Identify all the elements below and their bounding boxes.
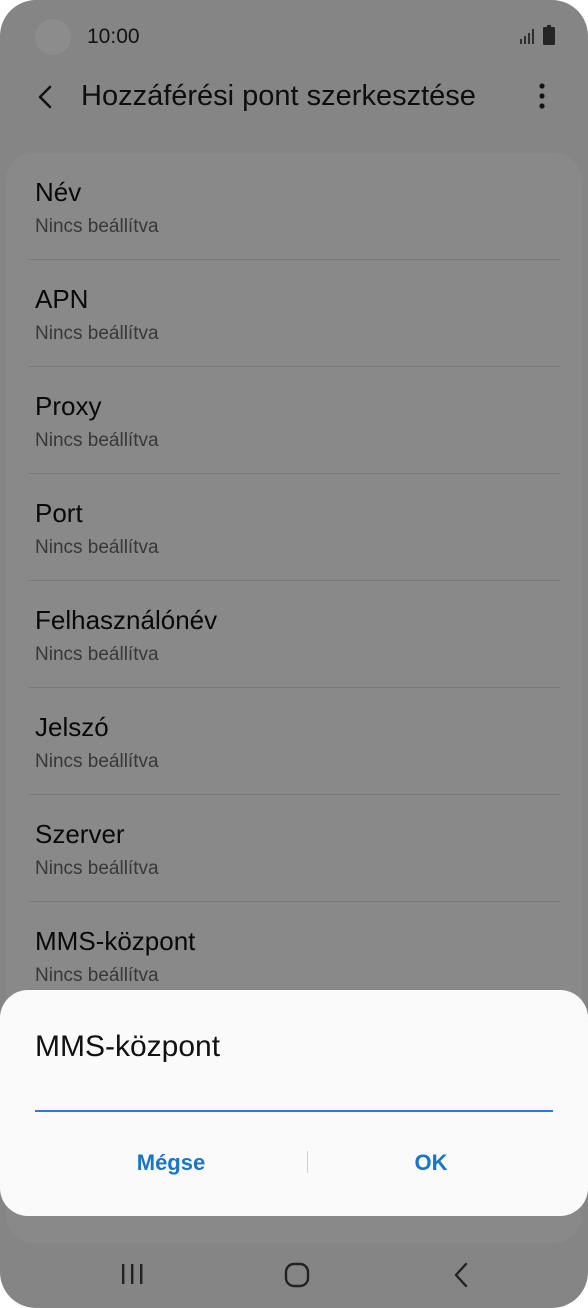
cancel-button[interactable]: Mégse [46, 1140, 296, 1186]
navigation-bar [0, 1240, 588, 1308]
recent-apps-icon[interactable] [119, 1262, 145, 1286]
phone-screen: 10:00 Hozzáférési pont szerkesztése Név … [0, 0, 588, 1308]
dialog-title: MMS-központ [35, 1030, 221, 1063]
back-icon[interactable] [451, 1261, 471, 1289]
mms-center-dialog: MMS-központ Mégse OK [0, 990, 588, 1216]
ok-button[interactable]: OK [306, 1140, 556, 1186]
home-icon[interactable] [284, 1262, 310, 1288]
mms-center-input[interactable] [35, 1078, 553, 1112]
